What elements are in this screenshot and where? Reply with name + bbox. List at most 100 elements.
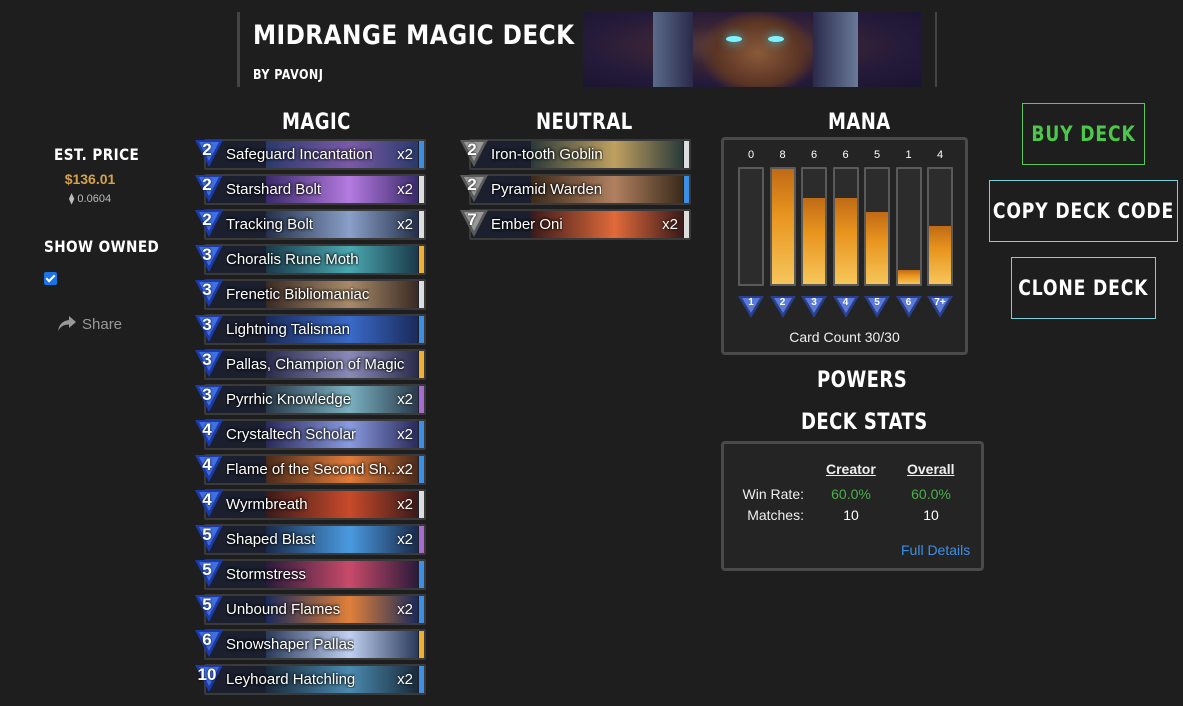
overall-column-header: Overall	[907, 461, 955, 477]
card-cost: 3	[202, 280, 212, 299]
card-name: Stormstress	[226, 566, 307, 583]
rarity-stripe	[419, 596, 424, 623]
card-name: Ember Oni	[491, 216, 563, 233]
card-frame: Leyhoard Hatchling x2	[204, 664, 426, 695]
magic-heading: MAGIC	[282, 110, 351, 135]
mana-bar	[801, 167, 827, 286]
card-row[interactable]: Lightning Talisman 3	[194, 314, 426, 345]
mana-cost-gem-icon: 2	[769, 296, 796, 318]
copy-deck-code-label: COPY DECK CODE	[992, 199, 1175, 223]
card-row[interactable]: Unbound Flames x2 5	[194, 594, 426, 625]
card-cost: 4	[202, 455, 212, 474]
mana-cost-label: 2	[779, 297, 786, 308]
card-row[interactable]: Tracking Bolt x2 2	[194, 209, 426, 240]
mana-heading: MANA	[828, 110, 891, 135]
card-row[interactable]: Crystaltech Scholar x2 4	[194, 419, 426, 450]
card-name: Tracking Bolt	[226, 216, 313, 233]
price-eth: ⧫ 0.0604	[68, 193, 112, 205]
card-cost: 2	[202, 140, 212, 159]
mana-curve-panel: 0 1 8 2 6 3 6 4 5 5 1 6 4 7+ Card Count 30/30	[721, 137, 968, 355]
card-row[interactable]: Snowshaper Pallas 6	[194, 629, 426, 660]
card-quantity: x2	[397, 496, 413, 513]
rarity-stripe	[684, 211, 689, 238]
mana-count-label: 1	[905, 149, 912, 161]
card-row[interactable]: Pyramid Warden 2	[459, 174, 691, 205]
card-name: Unbound Flames	[226, 601, 341, 618]
rarity-stripe	[419, 631, 424, 658]
card-cost: 5	[202, 525, 212, 544]
mana-bar	[832, 167, 859, 286]
card-row[interactable]: Choralis Rune Moth 3	[194, 244, 426, 275]
card-cost: 5	[202, 560, 212, 579]
rarity-stripe	[684, 141, 689, 168]
show-owned-label: SHOW OWNED	[44, 237, 160, 256]
rarity-stripe	[419, 211, 424, 238]
mana-cost-gem-icon: 4	[832, 296, 859, 318]
card-row[interactable]: Pallas, Champion of Magic 3	[194, 349, 426, 380]
cost-gem-icon: 3	[194, 244, 224, 273]
mana-cost-gem-icon: 7+	[927, 296, 953, 318]
header-divider-left	[237, 12, 240, 87]
cost-gem-icon: 3	[194, 314, 224, 343]
copy-deck-code-button[interactable]: COPY DECK CODE	[989, 180, 1178, 242]
rarity-stripe	[419, 386, 424, 413]
rarity-stripe	[419, 456, 424, 483]
card-row[interactable]: Iron-tooth Goblin 2	[459, 139, 691, 170]
card-name: Iron-tooth Goblin	[491, 146, 603, 163]
rarity-stripe	[419, 246, 424, 273]
card-row[interactable]: Safeguard Incantation x2 2	[194, 139, 426, 170]
card-frame: Stormstress	[204, 559, 426, 590]
mana-bar-fill	[929, 226, 951, 284]
rarity-stripe	[419, 351, 424, 378]
mana-bar-fill	[897, 270, 920, 284]
overall-win-rate: 60.0%	[911, 486, 951, 502]
rarity-stripe	[419, 176, 424, 203]
deck-header-art	[583, 12, 921, 87]
card-quantity: x2	[397, 181, 413, 198]
cost-gem-icon: 3	[194, 384, 224, 413]
card-row[interactable]: Ember Oni x2 7	[459, 209, 691, 240]
deck-header: MIDRANGE MAGIC DECK BY PAVONJ	[237, 12, 937, 87]
cost-gem-icon: 3	[194, 279, 224, 308]
mana-bar	[769, 167, 796, 286]
card-frame: Choralis Rune Moth	[204, 244, 426, 275]
share-button[interactable]: Share	[57, 315, 122, 333]
card-row[interactable]: Flame of the Second Sh... x2 4	[194, 454, 426, 485]
card-quantity: x2	[397, 216, 413, 233]
mana-bar	[738, 167, 764, 286]
card-frame: Shaped Blast x2	[204, 524, 426, 555]
card-row[interactable]: Leyhoard Hatchling x2 10	[194, 664, 426, 695]
mana-cost-gem-icon: 3	[801, 296, 827, 318]
mana-count-label: 0	[747, 149, 755, 161]
mana-cost-gem-icon: 1	[738, 296, 764, 318]
card-row[interactable]: Frenetic Bibliomaniac 3	[194, 279, 426, 310]
show-owned-checkbox[interactable]	[44, 272, 57, 285]
card-name: Crystaltech Scholar	[226, 426, 357, 443]
card-frame: Snowshaper Pallas	[204, 629, 426, 660]
rarity-stripe	[684, 176, 689, 203]
rarity-stripe	[419, 316, 424, 343]
mana-cost-label: 6	[905, 297, 912, 308]
card-row[interactable]: Wyrmbreath x2 4	[194, 489, 426, 520]
clone-deck-button[interactable]: CLONE DECK	[1011, 257, 1156, 319]
mana-bar-fill	[771, 169, 794, 284]
mana-count-label: 8	[779, 149, 786, 161]
card-row[interactable]: Shaped Blast x2 5	[194, 524, 426, 555]
full-details-link[interactable]: Full Details	[901, 542, 970, 558]
powers-heading: POWERS	[817, 368, 908, 393]
card-name: Pyrrhic Knowledge	[226, 391, 352, 408]
buy-deck-label: BUY DECK	[1031, 122, 1136, 146]
cost-gem-icon: 5	[194, 594, 224, 623]
card-frame: Pyrrhic Knowledge x2	[204, 384, 426, 415]
card-row[interactable]: Stormstress 5	[194, 559, 426, 590]
buy-deck-button[interactable]: BUY DECK	[1022, 103, 1145, 165]
card-quantity: x2	[397, 531, 413, 548]
mana-cost-label: 5	[874, 297, 880, 308]
card-name: Pallas, Champion of Magic	[226, 356, 404, 373]
cost-gem-icon: 2	[459, 174, 489, 203]
card-name: Pyramid Warden	[491, 181, 603, 198]
card-row[interactable]: Starshard Bolt x2 2	[194, 174, 426, 205]
rarity-stripe	[419, 666, 424, 693]
card-frame: Safeguard Incantation x2	[204, 139, 426, 170]
card-row[interactable]: Pyrrhic Knowledge x2 3	[194, 384, 426, 415]
